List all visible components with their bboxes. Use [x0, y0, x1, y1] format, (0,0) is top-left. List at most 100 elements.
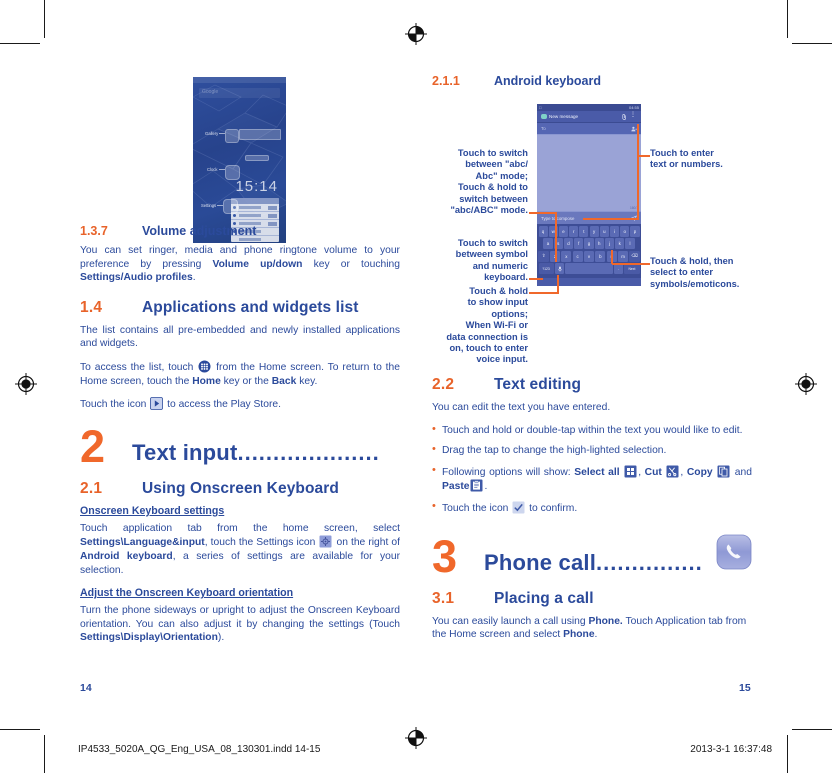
- crop-mark-tl-v: [44, 0, 46, 38]
- kb-row-2: a s d f g h j k l: [539, 238, 640, 250]
- t: key or touching: [302, 258, 400, 270]
- key-q[interactable]: q: [538, 226, 548, 237]
- right-page-lower-column: 2.2 Text editing You can edit the text y…: [432, 376, 752, 651]
- key-j[interactable]: j: [604, 238, 615, 250]
- key-m[interactable]: m: [618, 250, 629, 262]
- heading-1-3-7-number: 1.3.7: [80, 224, 108, 238]
- callout-rule-sym-h: [529, 278, 543, 280]
- key-a[interactable]: a: [543, 238, 553, 250]
- gallery-widget-strip[interactable]: [239, 129, 281, 140]
- chapter-3-heading: 3 Phone call ...............: [432, 534, 752, 579]
- row-label: [239, 213, 261, 217]
- key-c[interactable]: c: [572, 250, 583, 262]
- callout-voice-input: Touch & hold to show input options; When…: [446, 286, 528, 365]
- leader-clock: [219, 169, 225, 170]
- key-microphone[interactable]: [554, 263, 565, 275]
- para-volume-adjustment: You can set ringer, media and phone ring…: [80, 244, 400, 285]
- key-h[interactable]: h: [594, 238, 604, 250]
- paste-icon: [470, 479, 483, 492]
- key-v[interactable]: v: [583, 250, 595, 262]
- key-space[interactable]: [565, 263, 613, 275]
- kb-message-body[interactable]: 160/1: [537, 135, 641, 211]
- key-t[interactable]: t: [579, 226, 589, 237]
- bold-phone-1: Phone.: [588, 615, 623, 627]
- key-g[interactable]: g: [584, 238, 594, 250]
- key-d[interactable]: d: [563, 238, 574, 250]
- google-search-bar[interactable]: Google: [199, 88, 280, 98]
- android-keyboard-screenshot: □ 04:55 New message ⋮ To 160/1 Type to c…: [537, 104, 641, 286]
- registration-target-bottom: [404, 726, 428, 750]
- registration-target-right: [794, 372, 818, 396]
- kb-status-bar: □ 04:55: [537, 104, 641, 111]
- chapter-2-leader-dots: ....................: [237, 439, 380, 465]
- key-f[interactable]: f: [574, 238, 584, 250]
- key-l[interactable]: l: [625, 238, 635, 250]
- heading-1-4-title: Applications and widgets list: [142, 298, 359, 316]
- kb-recipient-field[interactable]: To: [537, 123, 641, 135]
- key-u[interactable]: u: [599, 226, 609, 237]
- callout-rule-emo-v: [611, 250, 613, 264]
- label-clock: Clock: [207, 167, 218, 172]
- bold-back-key: Back: [271, 375, 297, 387]
- kb-app-bar: New message ⋮: [537, 111, 641, 123]
- crop-mark-bl-h: [0, 728, 40, 730]
- key-period[interactable]: .: [613, 263, 624, 275]
- page-number-right: 15: [739, 682, 751, 694]
- chapter-3-leader-dots: ...............: [596, 549, 703, 575]
- key-symbols[interactable]: ?123: [538, 263, 554, 275]
- t: Turn the phone sideways or upright to ad…: [80, 605, 400, 630]
- callout-symbol-numeric: Touch to switch between symbol and numer…: [455, 238, 528, 283]
- phone-handset-icon: [716, 534, 752, 575]
- crop-mark-tr-v: [786, 0, 788, 38]
- key-i[interactable]: i: [610, 226, 620, 237]
- heading-2-1: 2.1 Using Onscreen Keyboard: [80, 480, 400, 498]
- key-r[interactable]: r: [569, 226, 579, 237]
- key-p[interactable]: p: [630, 226, 640, 237]
- bold-settings-language: Settings\Language&input: [80, 537, 205, 549]
- key-b[interactable]: b: [595, 250, 606, 262]
- crop-mark-tr-h: [792, 43, 832, 45]
- attach-clip-icon[interactable]: [622, 113, 627, 120]
- row-toggle[interactable]: [268, 205, 277, 210]
- search-widget-pill[interactable]: [245, 155, 269, 161]
- and-paste-wrap: and: [734, 466, 752, 478]
- key-backspace[interactable]: ⌫: [629, 250, 640, 262]
- bold-settings-audio: Settings/Audio profiles: [80, 272, 193, 284]
- t: Touch application tab from the home scre…: [80, 522, 400, 534]
- bold-home-key: Home: [192, 375, 221, 387]
- key-k[interactable]: k: [615, 238, 625, 250]
- callout-rule-voice-h: [529, 292, 559, 294]
- heading-3-1-number: 3.1: [432, 589, 455, 607]
- key-o[interactable]: o: [620, 226, 630, 237]
- settings-panel-row[interactable]: [231, 212, 279, 220]
- bullet-confirm: Touch the icon to confirm.: [432, 500, 752, 516]
- phone-status-bar: [193, 77, 286, 83]
- settings-panel-row[interactable]: [231, 204, 279, 212]
- crop-mark-br-h: [792, 728, 832, 730]
- leader-gallery: [219, 133, 225, 134]
- t: to access the Play Store.: [164, 399, 282, 411]
- key-e[interactable]: e: [558, 226, 568, 237]
- heading-2-1-1-title: Android keyboard: [494, 74, 601, 88]
- callout-rule-abc-h: [529, 212, 557, 214]
- key-y[interactable]: y: [589, 226, 599, 237]
- t: .: [192, 272, 196, 284]
- text-editing-bullet-list: Touch and hold or double-tap within the …: [432, 423, 752, 516]
- overflow-menu-icon[interactable]: ⋮: [630, 112, 636, 118]
- crop-mark-br-v: [786, 735, 788, 773]
- para-placing-a-call: You can easily launch a call using Phone…: [432, 615, 752, 642]
- bold-copy: Copy: [686, 466, 713, 478]
- heading-2-1-1-number: 2.1.1: [432, 74, 460, 88]
- gallery-app-icon[interactable]: [225, 129, 239, 143]
- key-x[interactable]: x: [561, 250, 572, 262]
- key-shift[interactable]: ⇧: [538, 250, 549, 262]
- heading-2-2-title: Text editing: [494, 376, 582, 393]
- t: Following options will show:: [442, 466, 575, 478]
- row-label: [239, 205, 261, 209]
- t: key.: [296, 375, 318, 387]
- heading-2-1-title: Using Onscreen Keyboard: [142, 479, 339, 497]
- row-toggle[interactable]: [268, 213, 277, 218]
- right-page-column: 2.1.1 Android keyboard: [432, 74, 752, 94]
- key-next[interactable]: Next: [624, 263, 640, 275]
- settings-app-icon[interactable]: [223, 199, 238, 214]
